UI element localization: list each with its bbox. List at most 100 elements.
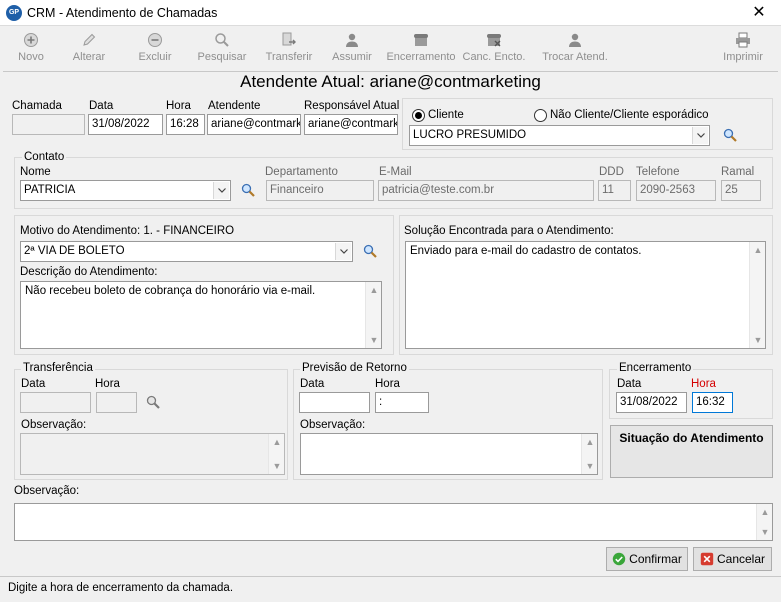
chamada-field[interactable] [12,114,85,135]
scroll-down-icon[interactable]: ▼ [366,332,382,348]
telefone-field[interactable]: 2090-2563 [636,180,716,201]
current-attendant-banner: Atendente Atual: ariane@contmarketing [240,72,541,91]
responsavel-label: Responsável Atual [304,100,400,112]
observacao-scrollbar[interactable]: ▲ ▼ [756,504,772,540]
novo-label: Novo [18,51,44,63]
nome-label: Nome [20,166,51,178]
data-field[interactable]: 31/08/2022 [88,114,163,135]
transf-obs-textarea[interactable]: ▲ ▼ [20,433,285,475]
scroll-down-icon[interactable]: ▼ [269,458,285,474]
email-field[interactable]: patricia@teste.com.br [378,180,594,201]
scroll-up-icon[interactable]: ▲ [366,282,382,298]
title-bar[interactable]: GP CRM - Atendimento de Chamadas ✕ [0,0,781,26]
motivo-select[interactable]: 2ª VIA DE BOLETO [20,241,353,262]
nome-select[interactable]: PATRICIA [20,180,231,201]
solucao-scrollbar[interactable]: ▲ ▼ [749,242,765,348]
chevron-down-icon[interactable] [692,127,708,144]
phone-icon [414,34,428,46]
responsavel-field[interactable]: ariane@contmarketing [304,114,398,135]
transf-obs-label: Observação: [21,419,87,431]
departamento-field[interactable]: Financeiro [266,180,374,201]
confirmar-button[interactable]: Confirmar [606,547,688,571]
cliente-select[interactable]: LUCRO PRESUMIDO [409,125,710,146]
scroll-up-icon[interactable]: ▲ [757,504,773,520]
canc-encto-label: Canc. Encto. [462,51,526,63]
contato-group-title: Contato [22,151,67,163]
transf-data-field[interactable] [20,392,91,413]
transferir-button[interactable]: Transferir [254,31,324,67]
confirmar-label: Confirmar [629,552,682,566]
motivo-select-value: 2ª VIA DE BOLETO [24,245,125,257]
nao-cliente-radio-label: Não Cliente/Cliente esporádico [550,109,709,121]
user-icon [346,33,358,47]
swap-user-icon [569,33,581,47]
observacao-textarea[interactable]: ▲ ▼ [14,503,773,541]
transferencia-group-title: Transferência [21,362,95,374]
atendente-label: Atendente [208,100,261,112]
scroll-down-icon[interactable]: ▼ [750,332,766,348]
enc-hora-label: Hora [691,378,716,390]
enc-hora-field[interactable]: 16:32 [692,392,733,413]
canc-encto-button[interactable]: Canc. Encto. [459,31,529,67]
prev-data-field[interactable] [299,392,370,413]
pesquisar-button[interactable]: Pesquisar [187,31,257,67]
prev-data-label: Data [300,378,325,390]
nome-select-value: PATRICIA [24,184,76,196]
descricao-text: Não recebeu boleto de cobrança do honorá… [25,285,316,297]
scroll-up-icon[interactable]: ▲ [582,434,598,450]
search-cliente-icon[interactable] [722,127,738,143]
prev-hora-field[interactable]: : [375,392,429,413]
data-label: Data [89,100,114,112]
nao-cliente-radio[interactable] [534,109,547,122]
excluir-button[interactable]: Excluir [120,31,190,67]
status-bar-text: Digite a hora de encerramento da chamada… [8,582,234,594]
scroll-down-icon[interactable]: ▼ [757,524,773,540]
ramal-field[interactable]: 25 [721,180,761,201]
cancelar-button[interactable]: Cancelar [693,547,772,571]
prev-obs-textarea[interactable]: ▲ ▼ [300,433,598,475]
transfer-icon [282,32,296,46]
alterar-button[interactable]: Alterar [54,31,124,67]
chevron-down-icon[interactable] [213,182,229,199]
ramal-label: Ramal [721,166,755,178]
search-icon [215,33,229,47]
scroll-down-icon[interactable]: ▼ [582,458,598,474]
encerramento-label: Encerramento [386,51,456,63]
enc-data-field[interactable]: 31/08/2022 [616,392,687,413]
transferir-label: Transferir [265,51,313,63]
scroll-up-icon[interactable]: ▲ [269,434,285,450]
prev-obs-scrollbar[interactable]: ▲ ▼ [581,434,597,474]
search-contato-icon[interactable] [240,182,256,198]
ddd-field[interactable]: 11 [598,180,631,201]
search-motivo-icon[interactable] [362,243,378,259]
descricao-textarea[interactable]: Não recebeu boleto de cobrança do honorá… [20,281,382,349]
previsao-group-title: Previsão de Retorno [300,362,409,374]
enc-data-label: Data [617,378,642,390]
assumir-label: Assumir [332,51,372,63]
window-title: CRM - Atendimento de Chamadas [27,6,218,20]
descricao-scrollbar[interactable]: ▲ ▼ [365,282,381,348]
solucao-textarea[interactable]: Enviado para e-mail do cadastro de conta… [405,241,766,349]
status-divider [0,576,781,577]
hora-field[interactable]: 16:28 [166,114,205,135]
chamada-label: Chamada [12,100,62,112]
cliente-radio[interactable] [412,109,425,122]
solucao-label: Solução Encontrada para o Atendimento: [404,225,614,237]
close-icon[interactable]: ✕ [745,3,773,23]
telefone-label: Telefone [636,166,680,178]
encerramento-button[interactable]: Encerramento [386,31,456,67]
assumir-button[interactable]: Assumir [317,31,387,67]
minus-circle-icon [148,33,162,47]
cancelar-label: Cancelar [716,552,766,566]
transf-hora-field[interactable] [96,392,137,413]
alterar-label: Alterar [72,51,106,63]
situacao-atendimento-button[interactable]: Situação do Atendimento [610,425,773,478]
chevron-down-icon[interactable] [335,243,351,260]
search-transferencia-icon[interactable] [145,394,161,410]
trocar-atend-button[interactable]: Trocar Atend. [540,31,610,67]
imprimir-button[interactable]: Imprimir [708,31,778,67]
transf-obs-scrollbar[interactable]: ▲ ▼ [268,434,284,474]
atendente-field[interactable]: ariane@contmarketing [207,114,301,135]
scroll-up-icon[interactable]: ▲ [750,242,766,258]
check-circle-icon [612,552,626,566]
